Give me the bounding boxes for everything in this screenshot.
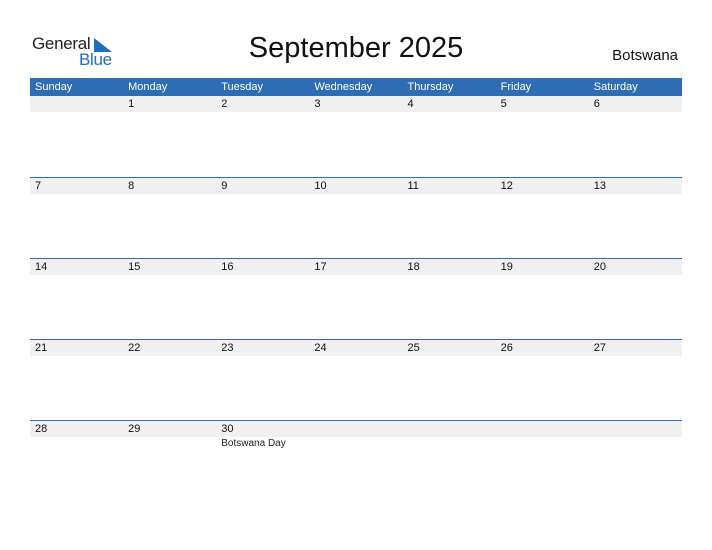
day-number (309, 421, 402, 437)
day-number: 17 (314, 261, 327, 273)
day-number (30, 96, 123, 112)
day-number: 13 (593, 180, 606, 192)
day-number (403, 421, 496, 437)
week-row: 28 29 30 Botswana Day (30, 420, 682, 502)
weekday-friday: Friday (500, 81, 532, 93)
date-row: 28 29 30 (30, 421, 682, 437)
day-number: 21 (35, 342, 48, 354)
day-number: 24 (314, 342, 327, 354)
day-number: 14 (35, 261, 48, 273)
weekday-sunday: Sunday (35, 81, 73, 93)
day-number: 4 (407, 98, 414, 110)
day-number: 7 (35, 180, 42, 192)
date-row: 21 22 23 24 25 26 27 (30, 340, 682, 356)
date-row: 7 8 9 10 11 12 13 (30, 178, 682, 194)
day-number: 8 (128, 180, 135, 192)
day-number: 20 (593, 261, 606, 273)
day-number: 28 (35, 423, 48, 435)
day-number: 25 (407, 342, 420, 354)
day-event (123, 437, 216, 451)
weekday-thursday: Thursday (407, 81, 454, 93)
day-number: 11 (407, 180, 419, 192)
day-number: 29 (128, 423, 141, 435)
week-row: 1 2 3 4 5 6 (30, 96, 682, 177)
day-number: 15 (128, 261, 141, 273)
weekday-wednesday: Wednesday (314, 81, 373, 93)
day-number (589, 421, 682, 437)
day-number: 9 (221, 180, 228, 192)
week-row: 21 22 23 24 25 26 27 (30, 339, 682, 421)
day-number (496, 421, 589, 437)
date-row: 1 2 3 4 5 6 (30, 96, 682, 112)
day-number: 3 (314, 98, 321, 110)
day-event (30, 437, 123, 451)
day-number: 18 (407, 261, 420, 273)
day-number: 19 (500, 261, 513, 273)
day-event (309, 437, 402, 451)
day-number: 27 (593, 342, 606, 354)
weekday-tuesday: Tuesday (221, 81, 264, 93)
event-row: Botswana Day (30, 437, 682, 451)
day-event (589, 437, 682, 451)
date-row: 14 15 16 17 18 19 20 (30, 259, 682, 275)
day-number: 5 (500, 98, 507, 110)
weekday-saturday: Saturday (593, 81, 638, 93)
day-number: 10 (314, 180, 327, 192)
day-number: 2 (221, 98, 228, 110)
page-title: September 2025 (248, 32, 464, 64)
day-event (496, 437, 589, 451)
day-number: 30 (221, 423, 234, 435)
day-number: 6 (593, 98, 600, 110)
day-event (403, 437, 496, 451)
day-number: 23 (221, 342, 234, 354)
day-number: 16 (221, 261, 234, 273)
weekday-monday: Monday (128, 81, 168, 93)
day-event: Botswana Day (221, 438, 286, 449)
day-number: 22 (128, 342, 141, 354)
week-row: 7 8 9 10 11 12 13 (30, 177, 682, 259)
week-row: 14 15 16 17 18 19 20 (30, 258, 682, 340)
weekday-header: Sunday Monday Tuesday Wednesday Thursday… (30, 78, 682, 96)
day-number: 1 (128, 98, 135, 110)
day-number: 26 (500, 342, 513, 354)
day-number: 12 (500, 180, 513, 192)
country-label: Botswana (612, 47, 678, 64)
